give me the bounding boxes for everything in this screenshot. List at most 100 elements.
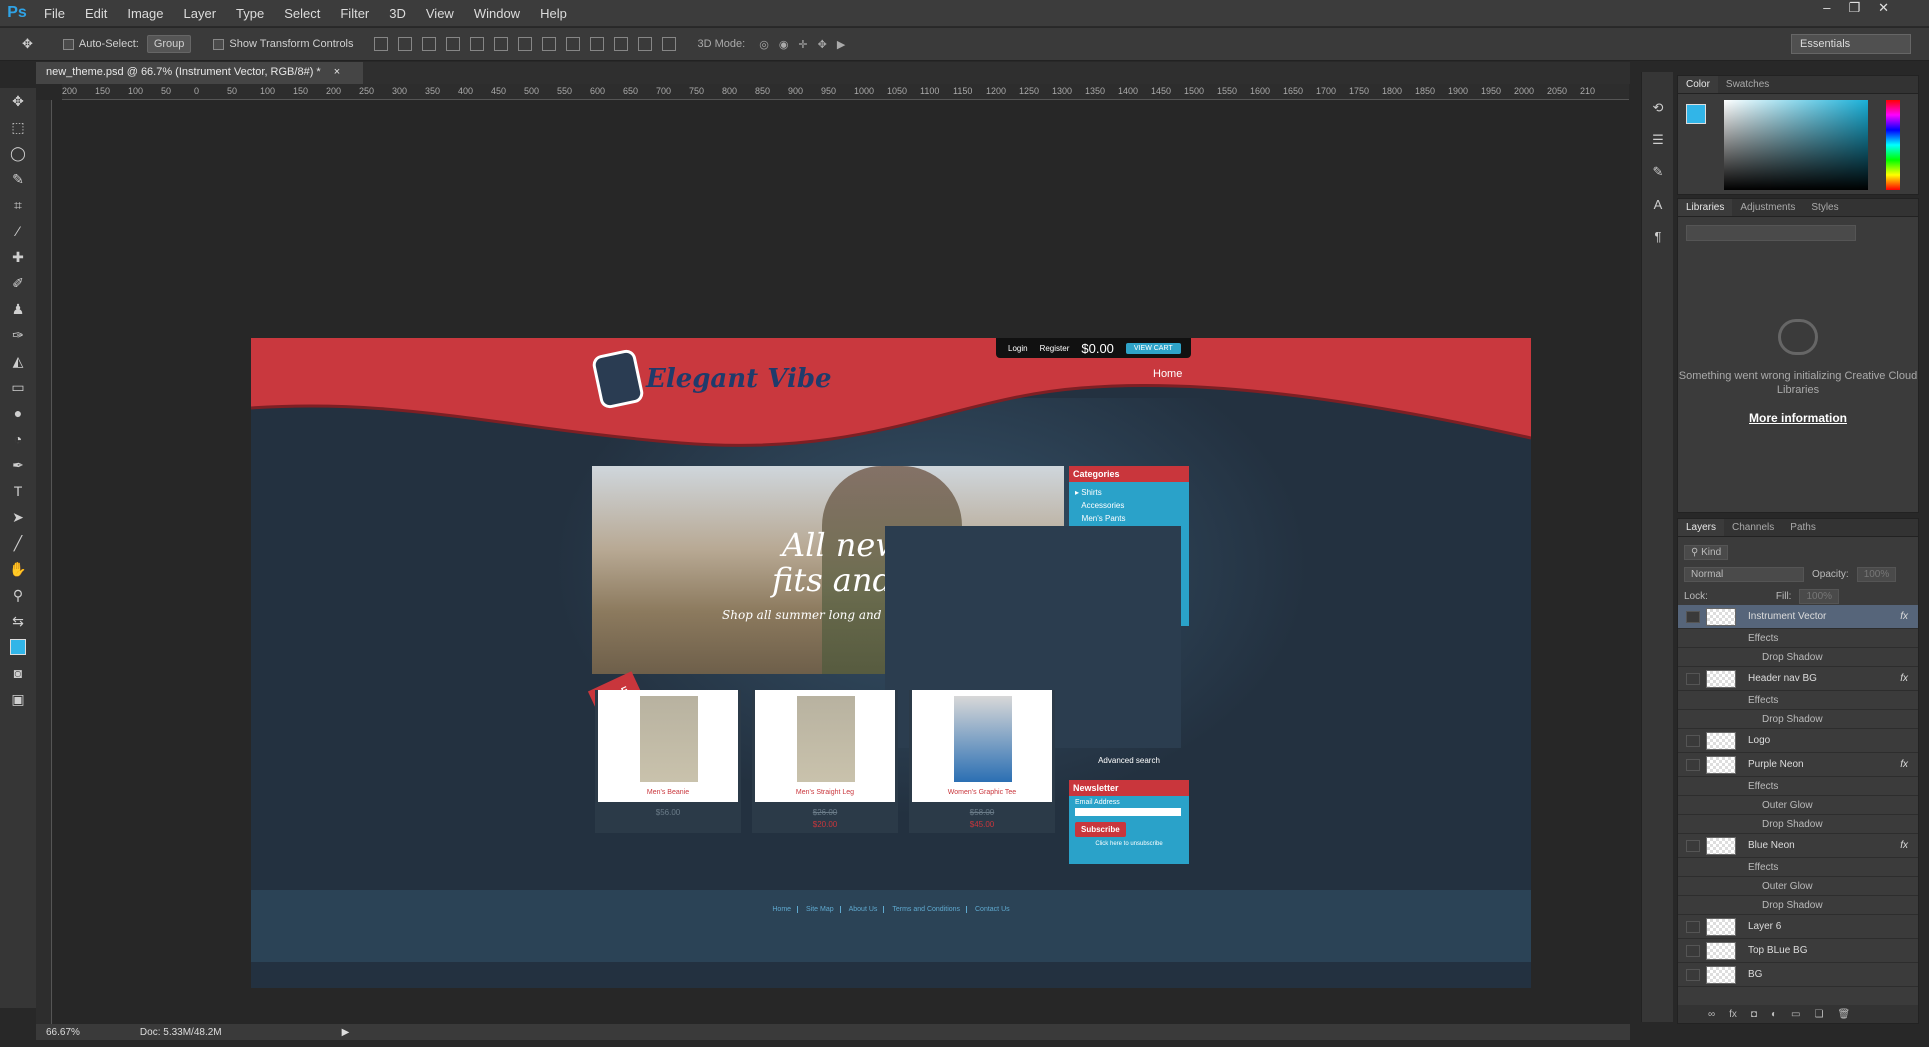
dodge-tool-icon[interactable]: ◔ [0,426,36,452]
subscribe-button[interactable]: Subscribe [1075,822,1126,837]
layer-effect-row[interactable]: Outer Glow [1678,877,1918,896]
tab-color[interactable]: Color [1678,76,1718,93]
link-icon[interactable]: ∞ [1708,1009,1715,1020]
layer-row[interactable]: BG [1678,963,1918,987]
library-select[interactable] [1686,225,1856,241]
move-tool-icon[interactable]: ✥ [22,36,33,52]
footer-link-contact[interactable]: Contact Us [969,906,1016,913]
swap-colors-icon[interactable]: ⇆ [0,608,36,634]
adjustment-icon[interactable]: ◐ [1771,1009,1777,1020]
type-tool-icon[interactable]: T [0,478,36,504]
footer-link-about[interactable]: About Us [842,906,885,913]
eraser-tool-icon[interactable]: ◭ [0,348,36,374]
tab-swatches[interactable]: Swatches [1718,76,1777,93]
layer-effect-row[interactable]: Outer Glow [1678,796,1918,815]
visibility-toggle-icon[interactable] [1686,610,1700,623]
more-information-link[interactable]: More information [1678,411,1918,425]
category-item[interactable]: ▸ Shirts [1075,486,1183,499]
distribute-left-icon[interactable] [589,37,604,51]
tool-presets-icon[interactable]: ✎ [1642,156,1674,188]
distribute-vcenter-icon[interactable] [541,37,556,51]
visibility-toggle-icon[interactable] [1686,839,1700,852]
pen-tool-icon[interactable]: ✒ [0,452,36,478]
line-tool-icon[interactable]: ╱ [0,530,36,556]
visibility-toggle-icon[interactable] [1686,968,1700,981]
menu-type[interactable]: Type [226,6,274,21]
layer-row[interactable]: Logo [1678,729,1918,753]
menu-window[interactable]: Window [464,6,530,21]
product-card[interactable]: Men's Straight Leg $26.00 $20.00 [752,690,898,833]
layer-effect-row[interactable]: Effects [1678,777,1918,796]
trash-icon[interactable]: 🗑 [1837,1009,1850,1020]
show-transform-checkbox[interactable]: Show Transform Controls [213,38,354,50]
quick-select-tool-icon[interactable]: ✎ [0,166,36,192]
align-bottom-icon[interactable] [421,37,436,51]
foreground-color-swatch[interactable] [1686,104,1706,124]
layer-effect-row[interactable]: Drop Shadow [1678,896,1918,915]
zoom-tool-icon[interactable]: ⚲ [0,582,36,608]
layer-effect-row[interactable]: Effects [1678,858,1918,877]
category-item[interactable]: Accessories [1075,499,1183,512]
view-cart-button[interactable]: VIEW CART [1125,342,1181,354]
visibility-toggle-icon[interactable] [1686,758,1700,771]
layer-row[interactable]: Layer 6 [1678,915,1918,939]
document-tab[interactable]: new_theme.psd @ 66.7% (Instrument Vector… [36,62,363,84]
eyedropper-tool-icon[interactable]: ⁄ [0,218,36,244]
canvas-area[interactable]: Elegant Vibe Login Register $0.00 VIEW C… [53,100,1630,1025]
footer-link-sitemap[interactable]: Site Map [800,906,841,913]
tab-styles[interactable]: Styles [1803,199,1846,216]
opacity-input[interactable]: 100% [1856,566,1897,582]
menu-image[interactable]: Image [117,6,173,21]
align-top-icon[interactable] [373,37,388,51]
register-link[interactable]: Register [1040,344,1070,353]
menu-view[interactable]: View [416,6,464,21]
layer-effect-row[interactable]: Drop Shadow [1678,710,1918,729]
login-link[interactable]: Login [1008,344,1028,353]
healing-brush-icon[interactable]: ✚ [0,244,36,270]
fill-input[interactable]: 100% [1799,588,1840,604]
workspace-select[interactable]: Essentials [1791,34,1911,54]
menu-filter[interactable]: Filter [330,6,379,21]
layer-effect-row[interactable]: Effects [1678,691,1918,710]
product-card[interactable]: Women's Graphic Tee $58.00 $45.00 [909,690,1055,833]
close-button[interactable]: ✕ [1878,0,1889,18]
foreground-color-icon[interactable] [0,634,36,660]
stamp-tool-icon[interactable]: ♟ [0,296,36,322]
screen-mode-icon[interactable]: ▣ [0,686,36,712]
restore-button[interactable]: ❐ [1848,0,1860,18]
visibility-toggle-icon[interactable] [1686,734,1700,747]
blend-mode-select[interactable]: Normal [1684,566,1804,582]
distribute-hcenter-icon[interactable] [613,37,628,51]
tab-channels[interactable]: Channels [1724,519,1782,536]
status-menu-arrow-icon[interactable]: ▶ [342,1027,350,1038]
layer-row[interactable]: Instrument Vector fx [1678,605,1918,629]
layer-fx-icon[interactable]: fx [1900,611,1908,622]
product-card[interactable]: Men's Beanie $56.00 [595,690,741,833]
layer-effect-row[interactable]: Drop Shadow [1678,648,1918,667]
properties-icon[interactable]: ☰ [1642,124,1674,156]
layer-fx-icon[interactable]: fx [1900,840,1908,851]
hand-tool-icon[interactable]: ✋ [0,556,36,582]
menu-help[interactable]: Help [530,6,577,21]
visibility-toggle-icon[interactable] [1686,672,1700,685]
layer-effect-row[interactable]: Effects [1678,629,1918,648]
layer-row[interactable]: Purple Neon fx [1678,753,1918,777]
auto-align-icon[interactable] [661,37,676,51]
tab-layers[interactable]: Layers [1678,519,1725,536]
color-picker-field[interactable] [1724,100,1868,190]
group-select[interactable]: Group [146,35,192,53]
mask-icon[interactable]: ◘ [1751,1009,1757,1020]
layer-row[interactable]: Blue Neon fx [1678,834,1918,858]
blur-tool-icon[interactable]: ● [0,400,36,426]
menu-file[interactable]: File [34,6,75,21]
brush-tool-icon[interactable]: ✐ [0,270,36,296]
tab-adjustments[interactable]: Adjustments [1732,199,1803,216]
layer-row[interactable]: Top BLue BG [1678,939,1918,963]
email-input[interactable] [1075,808,1181,816]
gradient-tool-icon[interactable]: ▭ [0,374,36,400]
menu-select[interactable]: Select [274,6,330,21]
category-item[interactable]: Men's Pants [1075,512,1183,525]
history-icon[interactable]: ⟲ [1642,92,1674,124]
3d-mode-icons[interactable]: ◎◉✛✥▶ [759,38,855,51]
tab-libraries[interactable]: Libraries [1678,199,1733,216]
